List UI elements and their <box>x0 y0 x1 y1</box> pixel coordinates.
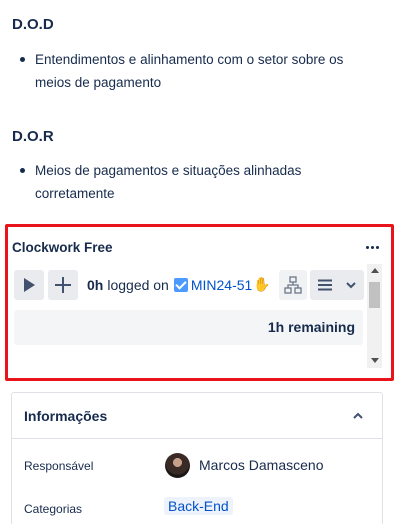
scrollbar[interactable] <box>367 264 382 368</box>
log-work-button[interactable] <box>48 270 78 300</box>
details-panel-title: Informações <box>24 408 108 424</box>
issue-link[interactable]: MIN24-51 <box>191 277 252 293</box>
logged-time-summary: 0h logged on MIN24-51 ✋ <box>87 276 271 293</box>
category-label: Categorias <box>24 502 83 516</box>
hamburger-icon <box>318 279 332 291</box>
scrollbar-thumb[interactable] <box>369 282 380 308</box>
assignee-label: Responsável <box>24 459 94 473</box>
dot-icon <box>365 245 369 249</box>
hand-emoji-icon: ✋ <box>253 276 271 292</box>
clockwork-title: Clockwork Free <box>12 240 113 255</box>
category-tag[interactable]: Back-End <box>164 497 233 515</box>
details-panel: Informações Responsável Marcos Damasceno… <box>11 392 383 524</box>
hierarchy-button[interactable] <box>279 270 307 300</box>
remaining-time: 1h remaining <box>14 310 363 345</box>
clockwork-panel: 0h logged on MIN24-51 ✋ 1h remaining <box>12 264 384 368</box>
chevron-up-icon[interactable] <box>351 409 365 423</box>
dor-list: Meios de pagamentos e situações alinhada… <box>18 159 378 205</box>
plus-icon <box>55 277 71 293</box>
logged-label: logged on <box>107 276 169 293</box>
play-icon <box>24 278 35 292</box>
avatar[interactable] <box>165 453 190 478</box>
details-panel-header[interactable]: Informações <box>12 393 382 439</box>
dor-bullet: Meios de pagamentos e situações alinhada… <box>18 159 378 205</box>
assignee-name[interactable]: Marcos Damasceno <box>199 457 324 473</box>
bullet-icon <box>20 57 25 62</box>
start-timer-button[interactable] <box>14 270 44 300</box>
scroll-down-arrow-icon[interactable] <box>371 358 379 363</box>
logged-value: 0h <box>87 276 104 293</box>
bullet-icon <box>20 168 25 173</box>
dod-list: Entendimentos e alinhamento com o setor … <box>18 48 378 94</box>
chevron-down-icon <box>346 282 356 289</box>
dor-heading: D.O.R <box>12 128 54 145</box>
scroll-up-arrow-icon[interactable] <box>371 268 379 273</box>
more-options-button[interactable] <box>362 238 382 256</box>
dod-bullet: Entendimentos e alinhamento com o setor … <box>18 48 378 94</box>
dor-bullet-text: Meios de pagamentos e situações alinhada… <box>35 163 302 201</box>
checkbox-icon <box>173 277 188 292</box>
dot-icon <box>370 245 374 249</box>
dot-icon <box>375 245 379 249</box>
hierarchy-icon <box>284 276 302 294</box>
dod-heading: D.O.D <box>12 16 54 33</box>
menu-dropdown-button[interactable] <box>310 270 364 300</box>
dod-bullet-text: Entendimentos e alinhamento com o setor … <box>35 52 344 90</box>
